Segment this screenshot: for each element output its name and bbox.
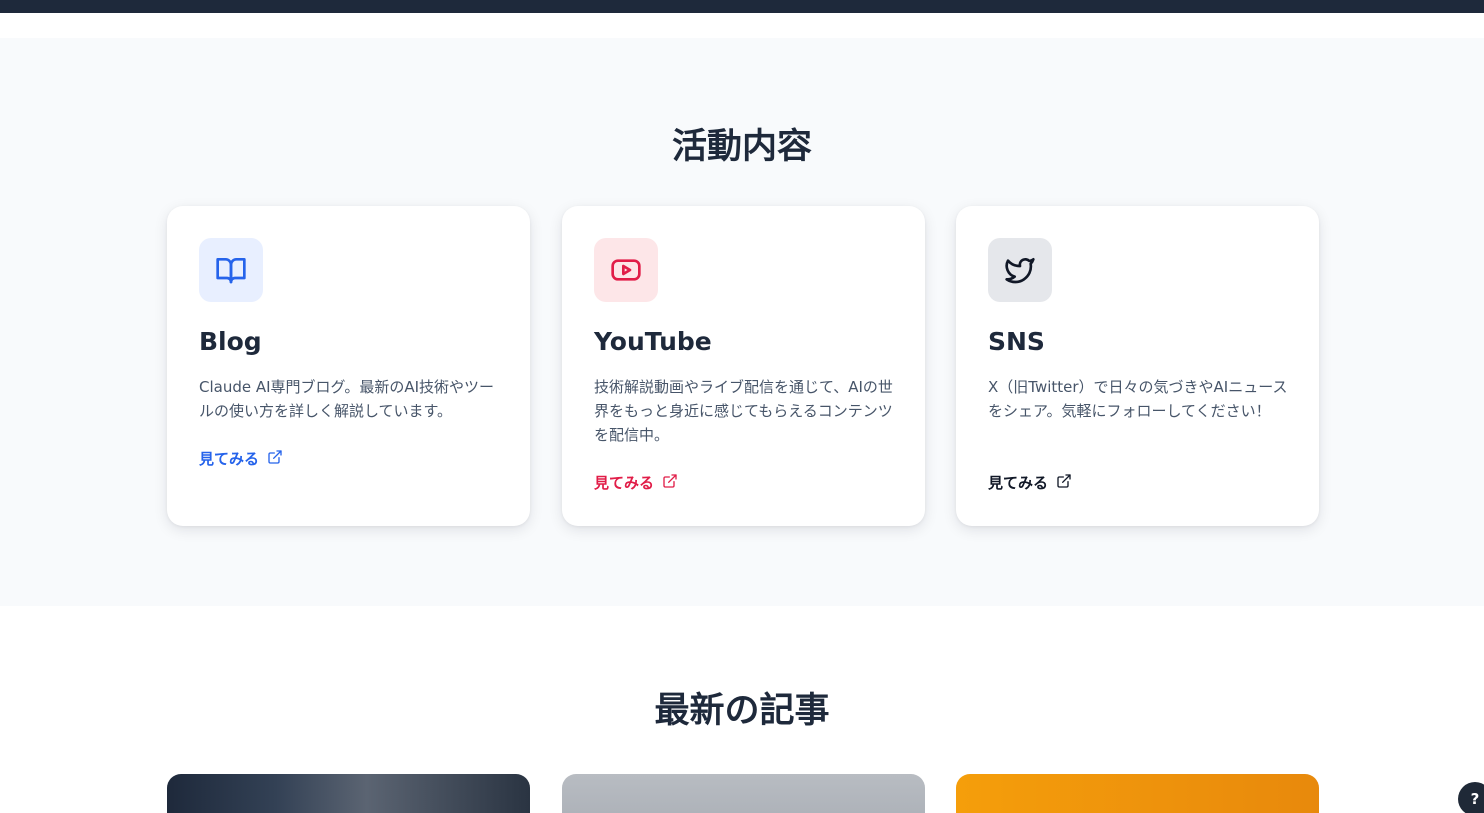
blog-view-link[interactable]: 見てみる — [199, 448, 283, 469]
activity-card-sns: SNS X（旧Twitter）で日々の気づきやAIニュースをシェア。気軽にフォロ… — [956, 206, 1319, 526]
article-thumbnail[interactable] — [562, 774, 925, 813]
article-thumbnail[interactable] — [956, 774, 1319, 813]
card-description: 技術解説動画やライブ配信を通じて、AIの世界をもっと身近に感じてもらえるコンテン… — [594, 378, 893, 444]
card-title: Blog — [199, 327, 262, 356]
book-icon — [199, 238, 263, 302]
link-label: 見てみる — [988, 474, 1049, 492]
help-button[interactable]: ? — [1458, 782, 1484, 813]
activities-section: 活動内容 Blog Claude AI専門ブログ。最新のAI技術やツールの使い方… — [0, 38, 1484, 606]
article-thumbnail[interactable] — [167, 774, 530, 813]
card-title: YouTube — [594, 327, 712, 356]
card-title: SNS — [988, 327, 1045, 356]
latest-articles-title: 最新の記事 — [654, 691, 830, 731]
twitter-icon — [988, 238, 1052, 302]
activity-card-youtube: YouTube 技術解説動画やライブ配信を通じて、AIの世界をもっと身近に感じて… — [562, 206, 925, 526]
activities-title: 活動内容 — [671, 127, 812, 167]
activity-card-blog: Blog Claude AI専門ブログ。最新のAI技術やツールの使い方を詳しく解… — [167, 206, 530, 526]
youtube-icon — [594, 238, 658, 302]
external-link-icon — [1056, 473, 1072, 493]
header-spacer — [0, 13, 1484, 38]
link-label: 見てみる — [594, 474, 655, 492]
youtube-view-link[interactable]: 見てみる — [594, 472, 678, 493]
link-label: 見てみる — [199, 450, 260, 468]
card-description: Claude AI専門ブログ。最新のAI技術やツールの使い方を詳しく解説していま… — [199, 378, 495, 420]
external-link-icon — [662, 473, 678, 493]
sns-view-link[interactable]: 見てみる — [988, 472, 1072, 493]
top-navigation-bar — [0, 0, 1484, 13]
card-description: X（旧Twitter）で日々の気づきやAIニュースをシェア。気軽にフォローしてく… — [988, 378, 1288, 420]
external-link-icon — [267, 449, 283, 469]
